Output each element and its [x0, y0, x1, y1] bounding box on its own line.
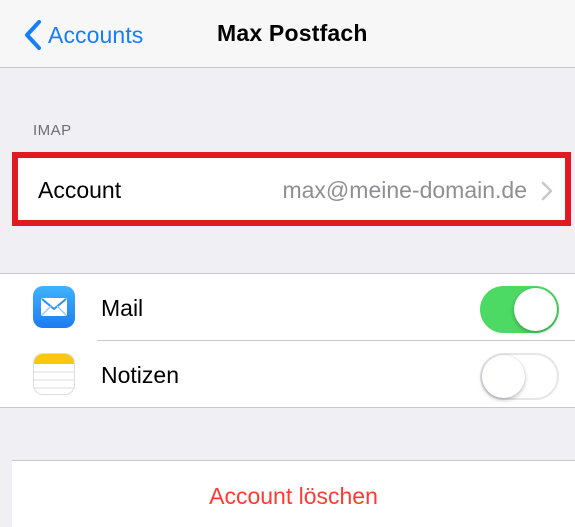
mail-toggle[interactable]	[480, 286, 559, 333]
notes-app-icon	[33, 353, 75, 395]
notes-toggle[interactable]	[480, 353, 559, 400]
mail-app-icon	[33, 286, 75, 328]
account-row[interactable]: Account max@meine-domain.de	[12, 152, 571, 226]
toggle-knob	[482, 355, 525, 398]
account-label: Account	[38, 177, 122, 203]
service-row-mail: Mail	[0, 274, 575, 341]
account-email-value: max@meine-domain.de	[282, 177, 527, 203]
back-button[interactable]: Accounts	[22, 18, 143, 52]
chevron-left-icon	[25, 20, 41, 50]
services-group: Mail Notizen	[0, 273, 575, 408]
page-title: Max Postfach	[217, 20, 368, 46]
section-header-imap: IMAP	[33, 122, 72, 139]
service-row-notes: Notizen	[0, 341, 575, 408]
back-button-label[interactable]: Accounts	[48, 22, 143, 49]
mail-label: Mail	[101, 295, 144, 321]
navigation-bar: Accounts Max Postfach	[0, 0, 575, 68]
delete-account-button[interactable]: Account löschen	[12, 460, 575, 527]
chevron-right-icon	[541, 181, 553, 201]
delete-account-label: Account löschen	[209, 483, 378, 509]
notes-label: Notizen	[101, 362, 179, 388]
toggle-knob	[514, 288, 557, 331]
